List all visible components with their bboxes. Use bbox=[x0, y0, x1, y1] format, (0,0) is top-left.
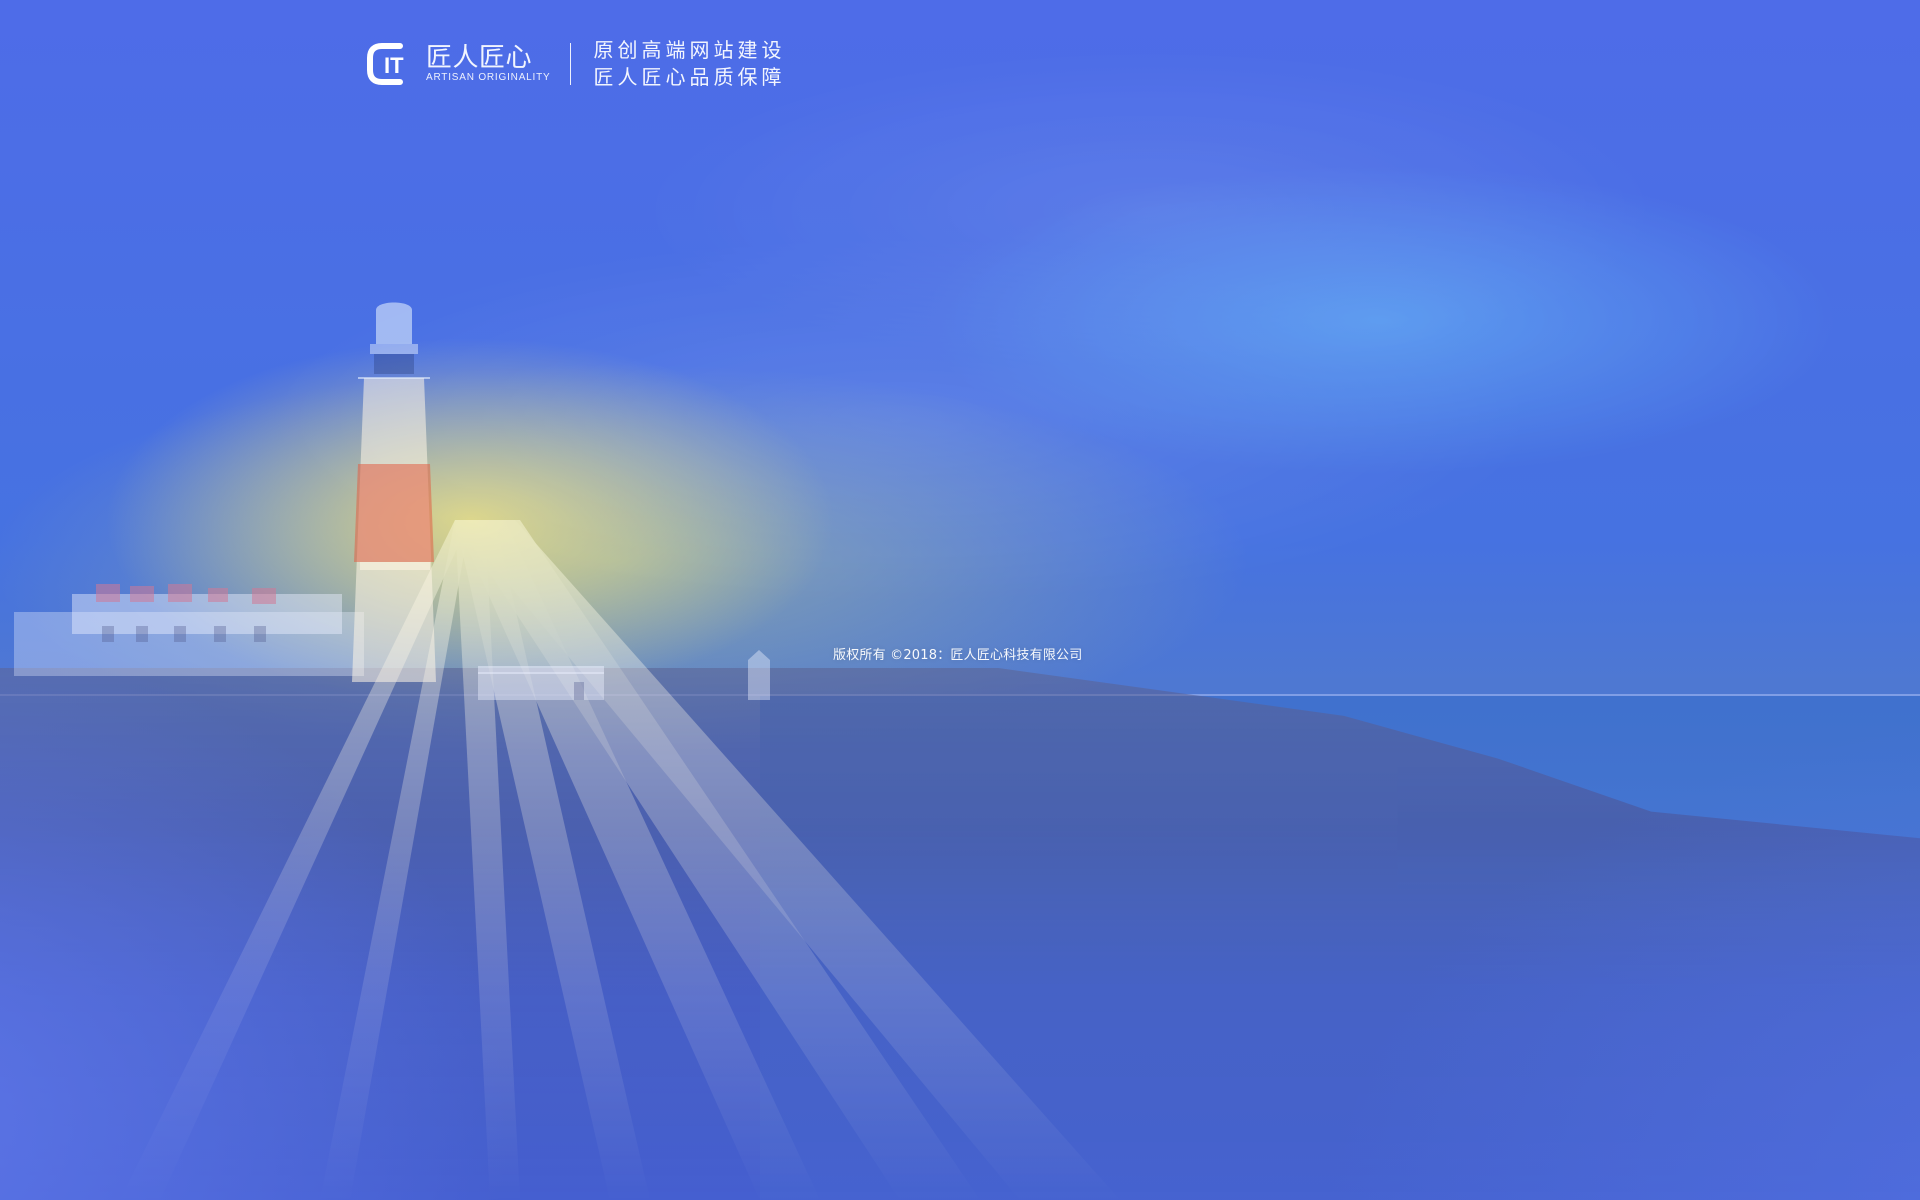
tagline-line-2: 匠人匠心品质保障 bbox=[593, 65, 786, 89]
brand-tagline: 原创高端网站建设 匠人匠心品质保障 bbox=[593, 40, 785, 88]
brand-name: 匠人匠心 ARTISAN ORIGINALITY bbox=[426, 45, 550, 83]
brand-name-en: ARTISAN ORIGINALITY bbox=[426, 72, 551, 83]
brand-logo-icon: IT bbox=[362, 38, 408, 90]
brand-header: IT 匠人匠心 ARTISAN ORIGINALITY 原创高端网站建设 匠人匠… bbox=[362, 38, 785, 90]
logo-letters: IT bbox=[384, 53, 404, 78]
brand-name-cn: 匠人匠心 bbox=[426, 43, 533, 73]
tagline-line-1: 原创高端网站建设 bbox=[593, 38, 786, 62]
brand-divider bbox=[570, 43, 572, 85]
sky-haze bbox=[0, 0, 1920, 700]
copyright-text: 版权所有 ©2018：匠人匠心科技有限公司 bbox=[833, 648, 1083, 663]
